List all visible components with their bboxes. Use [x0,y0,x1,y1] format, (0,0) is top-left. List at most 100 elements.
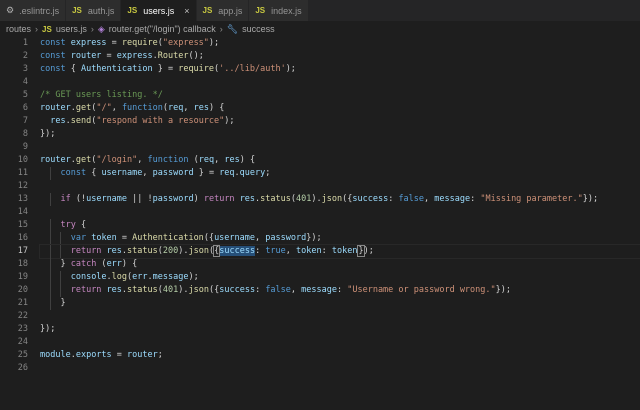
indent-guide [60,232,62,245]
code-token: json [321,194,343,204]
tab-users[interactable]: JS users.js × [121,0,197,21]
code-line[interactable]: } catch (err) { [40,258,640,271]
js-file-icon: JS [72,6,82,15]
code-token: if [60,194,71,204]
code-token: status [127,285,158,295]
code-token: return [70,246,102,256]
code-token: || ! [127,194,153,204]
code-line[interactable] [40,180,640,193]
breadcrumb-symbol[interactable]: router.get("/login") callback [109,24,216,34]
tab-eslintrc[interactable]: ⚙ .eslintrc.js [0,0,67,21]
code-line[interactable]: try { [40,219,640,232]
code-token: }); [495,285,511,295]
code-token: ). [178,246,189,256]
property-wrench-icon: 🔧︎ [226,23,239,34]
code-token: ); [208,38,220,48]
code-token: ; [157,350,163,360]
breadcrumb-folder[interactable]: routes [6,24,31,34]
code-token: } [40,259,71,269]
code-token: Authentication [80,64,153,74]
code-line[interactable]: const router = express.Router(); [40,50,640,63]
code-token: : [255,246,266,256]
code-line[interactable] [40,336,640,349]
code-token: success [219,285,256,295]
code-line[interactable]: const { Authentication } = require('../l… [40,63,640,76]
code-line[interactable]: }); [40,128,640,141]
code-token: , [137,155,148,165]
code-token: , [111,103,122,113]
line-number: 22 [17,311,28,321]
code-area[interactable]: const express = require("express"); const… [39,37,640,375]
code-token: }); [582,194,599,204]
chevron-right-icon: › [90,24,94,34]
code-token: require [178,64,215,74]
code-token: } = [152,64,179,74]
breadcrumb-file[interactable]: users.js [56,24,87,34]
code-line[interactable] [40,362,640,375]
code-line[interactable] [40,310,640,323]
code-token: res [106,285,122,295]
code-line[interactable]: router.get("/login", function (req, res)… [40,154,640,167]
code-line[interactable]: module.exports = router; [40,349,640,362]
code-token: : [388,194,399,204]
code-token: get [75,103,92,113]
tab-index[interactable]: JS index.js [249,0,309,21]
line-number-gutter: 1 2 3 4 5 6 7 8 9 10 11 12 13 14 15 16 17 18 19 20 21 22 23 24 2… [0,37,28,375]
code-token: status [260,194,291,204]
breadcrumb-member[interactable]: success [242,24,275,34]
code-line[interactable]: return res.status(401).json({success: fa… [40,284,640,297]
code-line[interactable]: console.log(err.message); [40,271,640,284]
code-token: router [40,155,71,165]
code-token: send [70,116,92,126]
tab-label: index.js [271,5,302,16]
code-line[interactable]: var token = Authentication({username, pa… [40,232,640,245]
line-number: 17 [17,246,28,256]
code-line[interactable] [40,206,640,219]
code-line[interactable]: router.get("/", function(req, res) { [40,102,640,115]
code-token: res [106,246,122,256]
line-number: 15 [17,220,28,230]
indent-guide [50,284,52,297]
code-token: username [214,233,256,243]
code-token: module [40,350,71,360]
tab-app[interactable]: JS app.js [196,0,250,21]
code-token: ) { [121,259,138,269]
indent-guide [50,232,52,245]
code-token: = [111,350,128,360]
code-line[interactable] [40,141,640,154]
code-token: token [296,246,322,256]
code-token: , [424,194,435,204]
breadcrumb: routes › JS users.js › ◈ router.get("/lo… [0,21,640,37]
line-number: 8 [22,129,28,139]
code-token: Router [157,51,189,61]
code-line[interactable]: res.send("respond with a resource"); [40,115,640,128]
line-number: 1 [22,38,28,48]
code-token: }); [40,129,56,139]
tab-label: app.js [218,5,243,16]
code-token: : [336,285,348,295]
code-token: , [214,155,225,165]
line-number: 25 [17,350,28,360]
line-number: 11 [17,168,28,178]
code-token: false [265,285,291,295]
code-line[interactable]: const express = require("express"); [40,37,640,50]
code-token: router [70,51,102,61]
tab-auth[interactable]: JS auth.js [66,0,122,21]
code-line[interactable]: const { username, password } = req.query… [40,167,640,180]
code-editor[interactable]: 1 2 3 4 5 6 7 8 9 10 11 12 13 14 15 16 17 18 19 20 21 22 23 24 2… [0,37,640,410]
line-number: 23 [17,324,28,334]
tab-label: users.js [143,5,175,16]
code-line[interactable]: if (!username || !password) return res.s… [40,193,640,206]
js-file-icon: JS [202,6,213,15]
code-token: password [152,168,194,178]
code-line[interactable]: }); [40,323,640,336]
code-token: req [168,103,184,113]
code-line[interactable] [40,76,640,89]
code-token: function [121,103,163,113]
code-token: try [60,220,76,230]
code-token: ) [193,194,204,204]
code-line[interactable]: /* GET users listing. */ [40,89,640,102]
close-icon[interactable]: × [184,6,189,16]
code-line[interactable]: } [40,297,640,310]
code-line[interactable]: return res.status(200).json({success: tr… [39,244,640,259]
